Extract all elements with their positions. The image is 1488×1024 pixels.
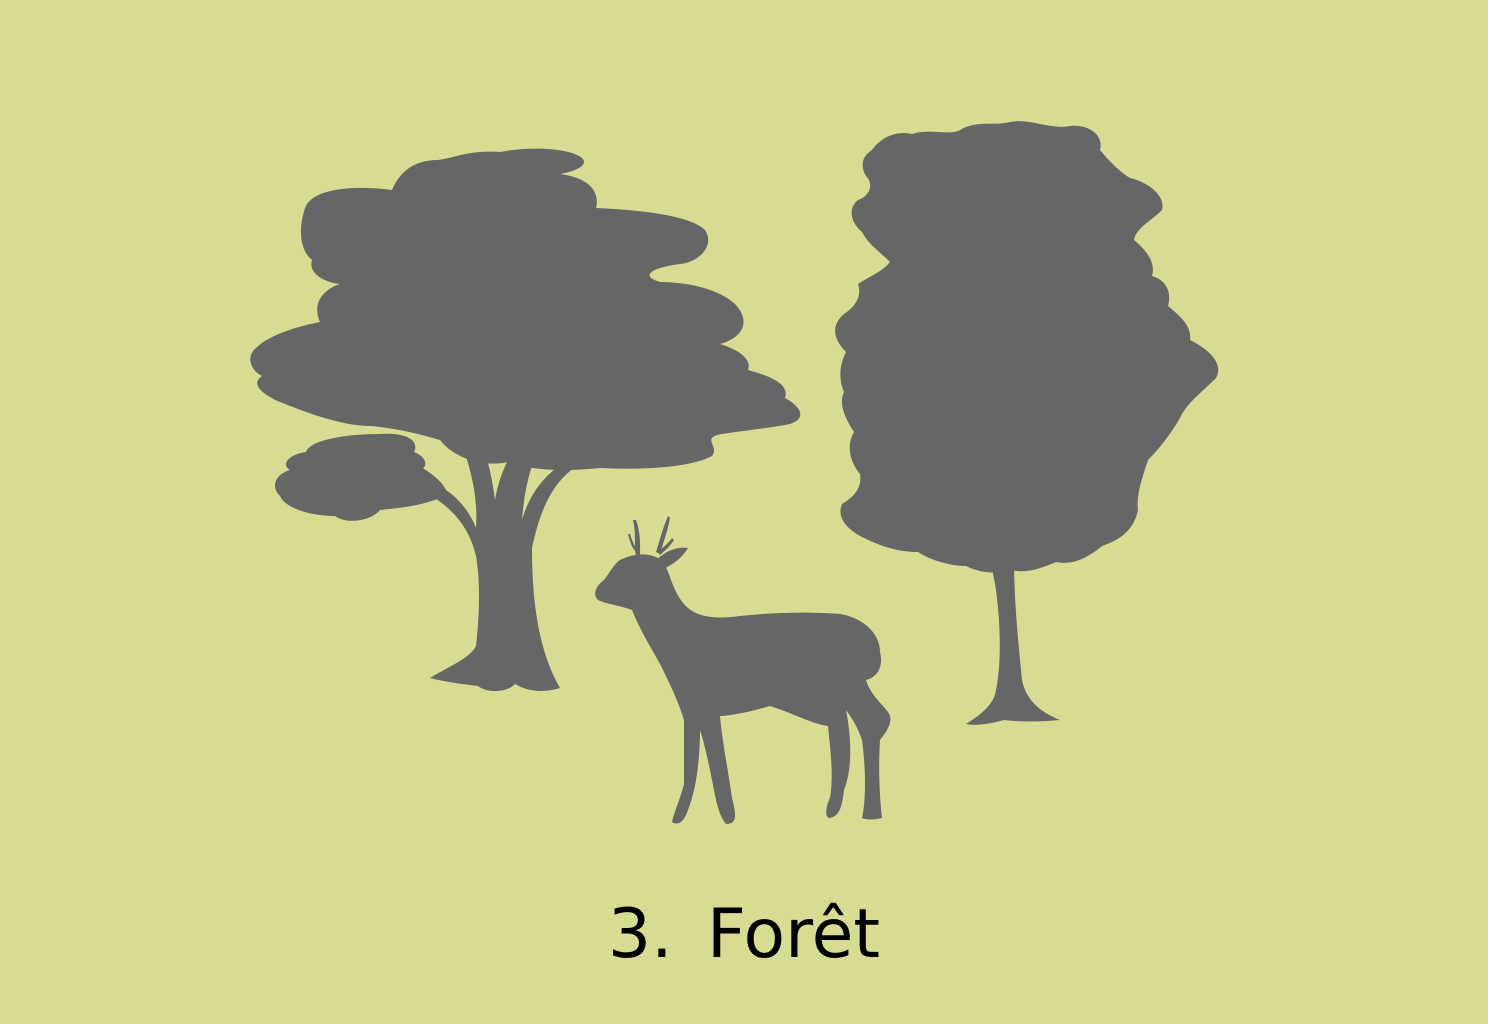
background — [0, 0, 1488, 1024]
caption: 3. Forêt — [0, 880, 1488, 990]
caption-number: 3. — [607, 895, 673, 974]
caption-title: Forêt — [706, 895, 881, 974]
forest-illustration — [0, 0, 1488, 1024]
